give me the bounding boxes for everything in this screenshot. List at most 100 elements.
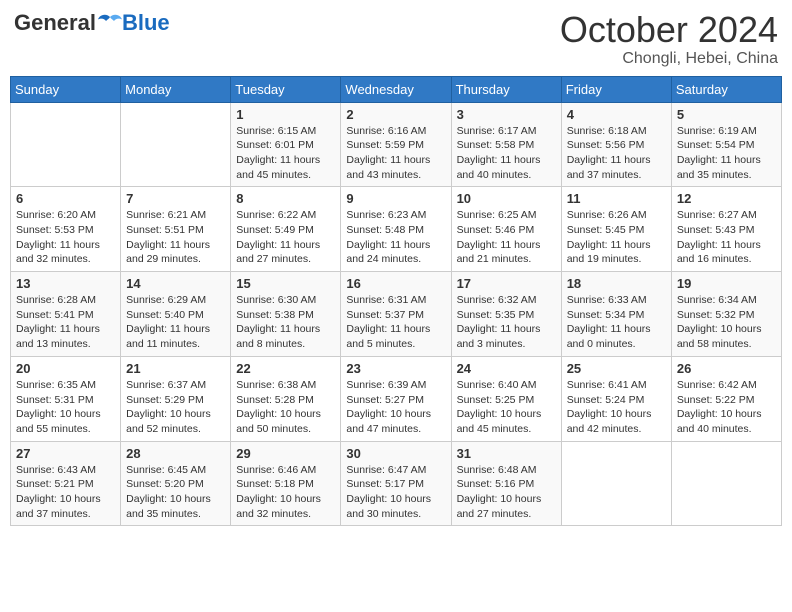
day-number: 21: [126, 361, 225, 376]
day-number: 9: [346, 191, 445, 206]
logo: General Blue: [14, 10, 170, 36]
calendar-cell: 23 Sunrise: 6:39 AMSunset: 5:27 PMDayligh…: [341, 356, 451, 441]
calendar-cell: 20 Sunrise: 6:35 AMSunset: 5:31 PMDayligh…: [11, 356, 121, 441]
day-info: Sunrise: 6:15 AMSunset: 6:01 PMDaylight:…: [236, 124, 335, 183]
day-info: Sunrise: 6:25 AMSunset: 5:46 PMDaylight:…: [457, 208, 556, 267]
day-number: 11: [567, 191, 666, 206]
calendar-cell: 9 Sunrise: 6:23 AMSunset: 5:48 PMDaylight…: [341, 187, 451, 272]
calendar-cell: 4Sunrise: 6:18 AMSunset: 5:56 PMDaylight…: [561, 102, 671, 187]
day-number: 2: [346, 107, 445, 122]
day-info: Sunrise: 6:16 AMSunset: 5:59 PMDaylight:…: [346, 124, 445, 183]
calendar-cell: 28 Sunrise: 6:45 AMSunset: 5:20 PMDayligh…: [121, 441, 231, 526]
day-info: Sunrise: 6:20 AMSunset: 5:53 PMDaylight:…: [16, 208, 115, 267]
day-number: 31: [457, 446, 556, 461]
day-number: 5: [677, 107, 776, 122]
calendar-cell: 24Sunrise: 6:40 AMSunset: 5:25 PMDayligh…: [451, 356, 561, 441]
day-info: Sunrise: 6:27 AMSunset: 5:43 PMDaylight:…: [677, 208, 776, 267]
bird-icon: [98, 13, 122, 33]
day-info: Sunrise: 6:33 AMSunset: 5:34 PMDaylight:…: [567, 293, 666, 352]
day-info: Sunrise: 6:38 AMSunset: 5:28 PMDaylight:…: [236, 378, 335, 437]
day-info: Sunrise: 6:45 AMSunset: 5:20 PMDaylight:…: [126, 463, 225, 522]
day-number: 15: [236, 276, 335, 291]
day-number: 18: [567, 276, 666, 291]
day-info: Sunrise: 6:29 AMSunset: 5:40 PMDaylight:…: [126, 293, 225, 352]
day-number: 30: [346, 446, 445, 461]
day-number: 25: [567, 361, 666, 376]
day-header-wednesday: Wednesday: [341, 76, 451, 102]
day-number: 23: [346, 361, 445, 376]
week-row-2: 6Sunrise: 6:20 AMSunset: 5:53 PMDaylight…: [11, 187, 782, 272]
day-number: 28: [126, 446, 225, 461]
day-info: Sunrise: 6:23 AMSunset: 5:48 PMDaylight:…: [346, 208, 445, 267]
calendar-cell: 6Sunrise: 6:20 AMSunset: 5:53 PMDaylight…: [11, 187, 121, 272]
calendar-cell: 8 Sunrise: 6:22 AMSunset: 5:49 PMDaylight…: [231, 187, 341, 272]
day-header-monday: Monday: [121, 76, 231, 102]
day-info: Sunrise: 6:19 AMSunset: 5:54 PMDaylight:…: [677, 124, 776, 183]
month-year: October 2024: [560, 10, 778, 50]
day-number: 26: [677, 361, 776, 376]
day-number: 3: [457, 107, 556, 122]
calendar-cell: 15 Sunrise: 6:30 AMSunset: 5:38 PMDayligh…: [231, 272, 341, 357]
calendar-body: 1Sunrise: 6:15 AMSunset: 6:01 PMDaylight…: [11, 102, 782, 526]
week-row-5: 27 Sunrise: 6:43 AMSunset: 5:21 PMDayligh…: [11, 441, 782, 526]
calendar-cell: 18 Sunrise: 6:33 AMSunset: 5:34 PMDayligh…: [561, 272, 671, 357]
page-header: General Blue October 2024 Chongli, Hebei…: [10, 10, 782, 68]
day-number: 27: [16, 446, 115, 461]
day-info: Sunrise: 6:22 AMSunset: 5:49 PMDaylight:…: [236, 208, 335, 267]
day-info: Sunrise: 6:39 AMSunset: 5:27 PMDaylight:…: [346, 378, 445, 437]
calendar-cell: 13Sunrise: 6:28 AMSunset: 5:41 PMDayligh…: [11, 272, 121, 357]
day-info: Sunrise: 6:43 AMSunset: 5:21 PMDaylight:…: [16, 463, 115, 522]
calendar-cell: [121, 102, 231, 187]
logo-general: General: [14, 10, 96, 36]
calendar-cell: 21Sunrise: 6:37 AMSunset: 5:29 PMDayligh…: [121, 356, 231, 441]
calendar-cell: [671, 441, 781, 526]
day-info: Sunrise: 6:32 AMSunset: 5:35 PMDaylight:…: [457, 293, 556, 352]
day-info: Sunrise: 6:35 AMSunset: 5:31 PMDaylight:…: [16, 378, 115, 437]
day-header-thursday: Thursday: [451, 76, 561, 102]
day-number: 19: [677, 276, 776, 291]
day-info: Sunrise: 6:17 AMSunset: 5:58 PMDaylight:…: [457, 124, 556, 183]
day-info: Sunrise: 6:40 AMSunset: 5:25 PMDaylight:…: [457, 378, 556, 437]
day-number: 14: [126, 276, 225, 291]
day-header-tuesday: Tuesday: [231, 76, 341, 102]
day-number: 7: [126, 191, 225, 206]
day-header-saturday: Saturday: [671, 76, 781, 102]
day-info: Sunrise: 6:46 AMSunset: 5:18 PMDaylight:…: [236, 463, 335, 522]
day-info: Sunrise: 6:28 AMSunset: 5:41 PMDaylight:…: [16, 293, 115, 352]
day-number: 10: [457, 191, 556, 206]
day-number: 20: [16, 361, 115, 376]
day-number: 8: [236, 191, 335, 206]
day-info: Sunrise: 6:41 AMSunset: 5:24 PMDaylight:…: [567, 378, 666, 437]
calendar-cell: 3 Sunrise: 6:17 AMSunset: 5:58 PMDaylight…: [451, 102, 561, 187]
calendar-cell: 29Sunrise: 6:46 AMSunset: 5:18 PMDayligh…: [231, 441, 341, 526]
week-row-3: 13Sunrise: 6:28 AMSunset: 5:41 PMDayligh…: [11, 272, 782, 357]
calendar-cell: 12 Sunrise: 6:27 AMSunset: 5:43 PMDayligh…: [671, 187, 781, 272]
calendar-cell: 26 Sunrise: 6:42 AMSunset: 5:22 PMDayligh…: [671, 356, 781, 441]
day-info: Sunrise: 6:48 AMSunset: 5:16 PMDaylight:…: [457, 463, 556, 522]
calendar-cell: 19Sunrise: 6:34 AMSunset: 5:32 PMDayligh…: [671, 272, 781, 357]
day-info: Sunrise: 6:26 AMSunset: 5:45 PMDaylight:…: [567, 208, 666, 267]
day-info: Sunrise: 6:30 AMSunset: 5:38 PMDaylight:…: [236, 293, 335, 352]
calendar-cell: 10 Sunrise: 6:25 AMSunset: 5:46 PMDayligh…: [451, 187, 561, 272]
calendar-cell: 22 Sunrise: 6:38 AMSunset: 5:28 PMDayligh…: [231, 356, 341, 441]
week-row-4: 20 Sunrise: 6:35 AMSunset: 5:31 PMDayligh…: [11, 356, 782, 441]
day-info: Sunrise: 6:21 AMSunset: 5:51 PMDaylight:…: [126, 208, 225, 267]
calendar-cell: 1Sunrise: 6:15 AMSunset: 6:01 PMDaylight…: [231, 102, 341, 187]
calendar-table: SundayMondayTuesdayWednesdayThursdayFrid…: [10, 76, 782, 527]
calendar-cell: 14 Sunrise: 6:29 AMSunset: 5:40 PMDayligh…: [121, 272, 231, 357]
day-header-friday: Friday: [561, 76, 671, 102]
calendar-cell: 31 Sunrise: 6:48 AMSunset: 5:16 PMDayligh…: [451, 441, 561, 526]
location: Chongli, Hebei, China: [560, 50, 778, 68]
calendar-cell: 17Sunrise: 6:32 AMSunset: 5:35 PMDayligh…: [451, 272, 561, 357]
calendar-cell: 7 Sunrise: 6:21 AMSunset: 5:51 PMDaylight…: [121, 187, 231, 272]
calendar-cell: 25 Sunrise: 6:41 AMSunset: 5:24 PMDayligh…: [561, 356, 671, 441]
day-number: 22: [236, 361, 335, 376]
day-number: 12: [677, 191, 776, 206]
week-row-1: 1Sunrise: 6:15 AMSunset: 6:01 PMDaylight…: [11, 102, 782, 187]
calendar-cell: [11, 102, 121, 187]
logo-blue: Blue: [122, 10, 170, 36]
day-number: 16: [346, 276, 445, 291]
calendar-cell: 11 Sunrise: 6:26 AMSunset: 5:45 PMDayligh…: [561, 187, 671, 272]
day-info: Sunrise: 6:42 AMSunset: 5:22 PMDaylight:…: [677, 378, 776, 437]
day-info: Sunrise: 6:47 AMSunset: 5:17 PMDaylight:…: [346, 463, 445, 522]
